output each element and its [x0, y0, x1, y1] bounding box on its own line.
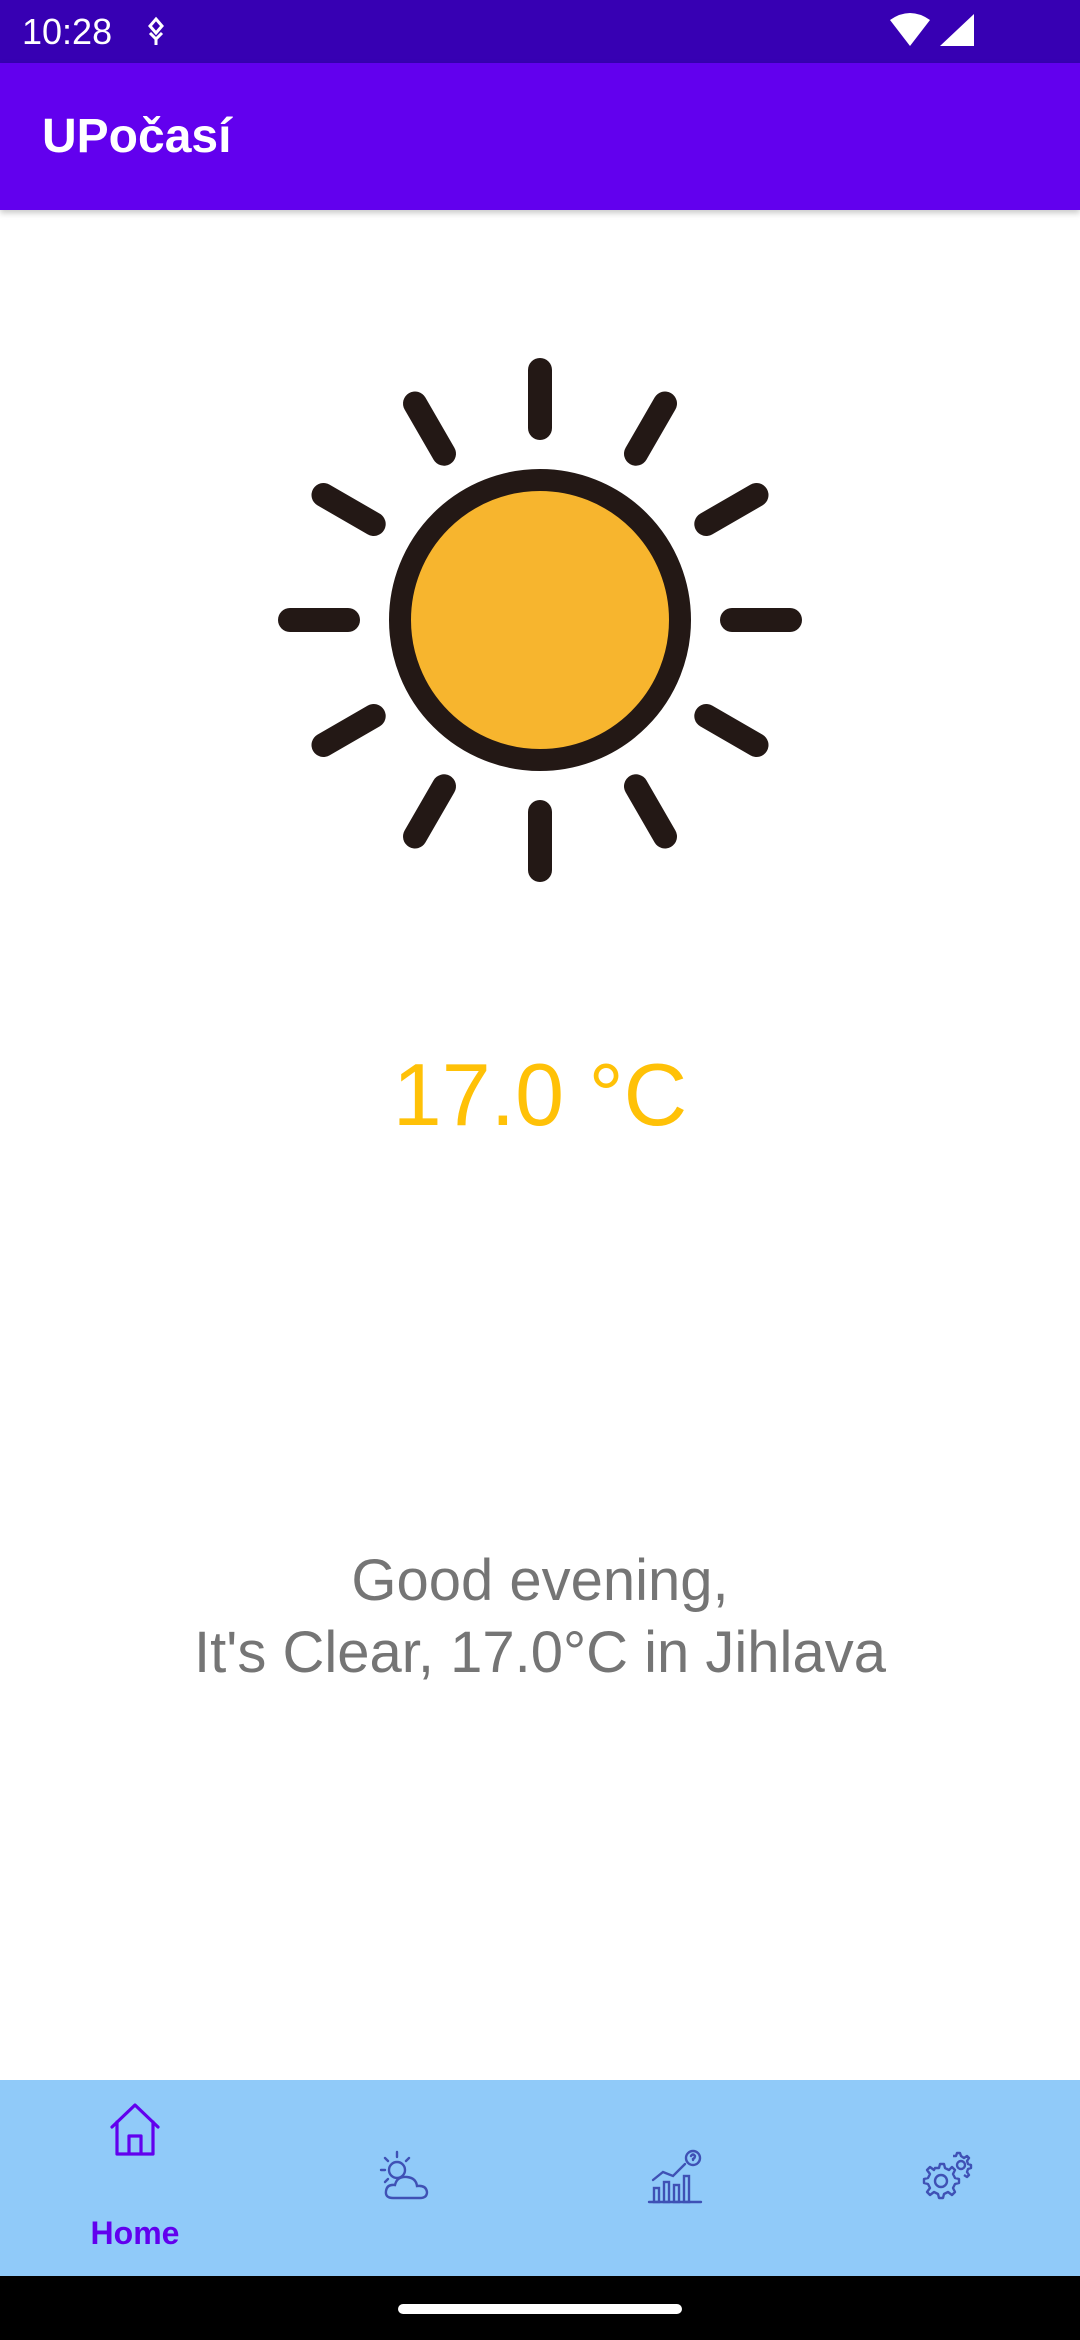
notification-icon: [148, 16, 164, 45]
status-bar: 10:28: [0, 0, 1080, 63]
bottom-navigation: Home: [0, 2080, 1080, 2276]
nav-label-home: Home: [90, 2215, 180, 2251]
gesture-navigation-bar: [0, 2276, 1080, 2340]
home-icon: [110, 2103, 160, 2156]
greeting-line: Good evening,: [351, 1548, 729, 1613]
app-title: UPočasí: [42, 110, 232, 163]
screen: 10:28 UPočasí 17.0 °C Good evening, It's…: [0, 0, 1080, 2340]
status-time: 10:28: [22, 11, 113, 52]
sun-icon: [278, 358, 802, 882]
wifi-icon: [890, 13, 930, 46]
app-bar: UPočasí: [0, 63, 1080, 210]
nav-item-home[interactable]: Home: [0, 2080, 270, 2276]
signal-icon: [940, 14, 974, 46]
temperature-value: 17.0 °C: [392, 1045, 688, 1144]
weather-greeting: Good evening, It's Clear, 17.0°C in Jihl…: [0, 1545, 1080, 1689]
weather-forecast-icon: [379, 2150, 429, 2200]
weather-summary-line: It's Clear, 17.0°C in Jihlava: [194, 1620, 886, 1685]
nav-item-settings[interactable]: [810, 2080, 1080, 2276]
nav-item-forecast[interactable]: [270, 2080, 540, 2276]
nav-item-statistics[interactable]: [540, 2080, 810, 2276]
settings-icon: [922, 2151, 973, 2200]
statistics-icon: [647, 2149, 703, 2204]
home-gesture-handle[interactable]: [398, 2304, 682, 2314]
